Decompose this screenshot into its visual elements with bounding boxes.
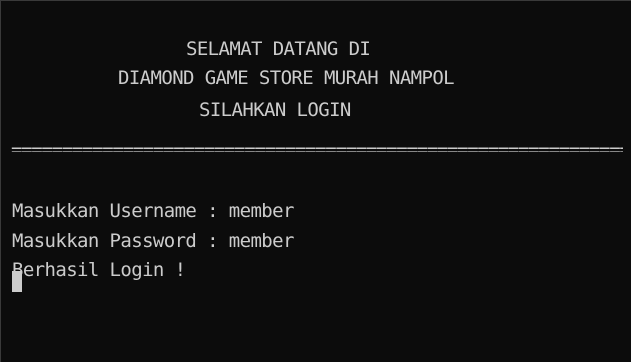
login-prompt-line: SILAHKAN LOGIN bbox=[199, 99, 351, 121]
store-name-line: DIAMOND GAME STORE MURAH NAMPOL bbox=[118, 67, 455, 89]
separator-line: ========================================… bbox=[11, 139, 623, 152]
login-status-line: Berhasil Login ! bbox=[12, 259, 186, 281]
password-line: Masukkan Password : member bbox=[12, 230, 294, 252]
console-window[interactable]: SELAMAT DATANG DI DIAMOND GAME STORE MUR… bbox=[0, 0, 631, 362]
username-line: Masukkan Username : member bbox=[12, 200, 294, 222]
text-cursor bbox=[12, 271, 22, 292]
welcome-line: SELAMAT DATANG DI bbox=[186, 38, 371, 60]
